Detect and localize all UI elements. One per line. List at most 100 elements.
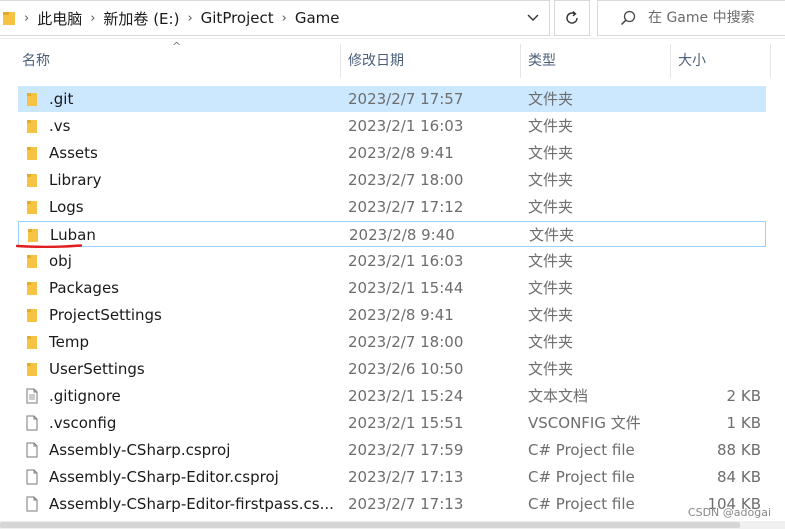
file-date-modified: 2023/2/1 15:51 <box>348 414 464 432</box>
file-name: Temp <box>49 333 89 351</box>
folder-icon <box>27 201 37 214</box>
folder-icon <box>27 93 37 106</box>
file-row[interactable]: .gitignore 2023/2/1 15:24 文本文档 2 KB <box>18 383 766 409</box>
file-name: .gitignore <box>49 387 121 405</box>
watermark: CSDN @adogai <box>687 506 771 519</box>
column-divider[interactable] <box>340 44 341 78</box>
folder-icon <box>28 229 38 242</box>
file-date-modified: 2023/2/8 9:40 <box>349 226 455 244</box>
file-name: Packages <box>49 279 119 297</box>
file-row[interactable]: Assembly-CSharp-Editor-firstpass.cs... 20… <box>18 491 766 517</box>
column-header-row: ^ 名称 修改日期 类型 大小 <box>0 40 785 78</box>
address-bar[interactable]: › 此电脑 › 新加卷 (E:) › GitProject › Game <box>0 0 550 36</box>
file-row[interactable]: Temp 2023/2/7 18:00 文件夹 <box>18 329 766 355</box>
file-type: C# Project file <box>528 468 635 486</box>
folder-icon <box>27 336 37 349</box>
file-type: 文件夹 <box>528 144 574 162</box>
file-type: 文件夹 <box>528 252 574 270</box>
folder-icon <box>27 309 37 322</box>
chevron-down-icon[interactable] <box>521 1 545 35</box>
file-name: Logs <box>49 198 84 216</box>
annotation-underline <box>16 244 82 248</box>
folder-icon <box>27 363 37 376</box>
file-date-modified: 2023/2/1 16:03 <box>348 252 464 270</box>
file-type: 文件夹 <box>528 333 574 351</box>
breadcrumb-this-pc[interactable]: 此电脑 <box>37 8 82 29</box>
file-name: ProjectSettings <box>49 306 162 324</box>
top-bar: › 此电脑 › 新加卷 (E:) › GitProject › Game <box>0 0 785 39</box>
breadcrumb-gitproject[interactable]: GitProject <box>201 9 274 27</box>
chevron-right-icon[interactable]: › <box>282 11 287 26</box>
file-row[interactable]: UserSettings 2023/2/6 10:50 文件夹 <box>18 356 766 382</box>
file-size: 84 KB <box>717 468 761 486</box>
column-divider[interactable] <box>520 44 521 78</box>
file-name: .git <box>49 90 74 108</box>
file-row[interactable]: obj 2023/2/1 16:03 文件夹 <box>18 248 766 274</box>
file-row[interactable]: Luban 2023/2/8 9:40 文件夹 <box>18 221 766 247</box>
file-date-modified: 2023/2/7 17:13 <box>348 468 464 486</box>
file-row[interactable]: Assets 2023/2/8 9:41 文件夹 <box>18 140 766 166</box>
breadcrumb-game[interactable]: Game <box>295 9 340 27</box>
chevron-right-icon[interactable]: › <box>90 11 95 26</box>
column-divider[interactable] <box>770 44 771 78</box>
file-type: 文件夹 <box>528 117 574 135</box>
file-icon <box>26 496 38 512</box>
file-row[interactable]: Library 2023/2/7 18:00 文件夹 <box>18 167 766 193</box>
file-type: 文本文档 <box>528 387 589 405</box>
search-box[interactable] <box>597 0 785 36</box>
scrollbar-thumb[interactable] <box>0 522 740 528</box>
folder-icon <box>27 282 37 295</box>
folder-icon <box>27 120 37 133</box>
file-row[interactable]: Assembly-CSharp-Editor.csproj 2023/2/7 17… <box>18 464 766 490</box>
file-row[interactable]: Assembly-CSharp.csproj 2023/2/7 17:59 C# P… <box>18 437 766 463</box>
chevron-right-icon[interactable]: › <box>187 11 192 26</box>
column-divider[interactable] <box>670 44 671 78</box>
sort-ascending-icon: ^ <box>172 40 182 53</box>
column-header-date[interactable]: 修改日期 <box>348 44 404 78</box>
file-name: Assembly-CSharp-Editor.csproj <box>49 468 279 486</box>
breadcrumb-drive-e[interactable]: 新加卷 (E:) <box>103 8 179 29</box>
file-date-modified: 2023/2/7 17:59 <box>348 441 464 459</box>
file-date-modified: 2023/2/7 17:12 <box>348 198 464 216</box>
file-date-modified: 2023/2/1 16:03 <box>348 117 464 135</box>
search-input[interactable] <box>646 9 780 27</box>
folder-icon <box>3 12 15 25</box>
file-date-modified: 2023/2/8 9:41 <box>348 144 454 162</box>
file-type: VSCONFIG 文件 <box>528 414 641 432</box>
folder-icon <box>27 147 37 160</box>
column-header-name[interactable]: 名称 <box>22 44 50 78</box>
file-type: 文件夹 <box>528 360 574 378</box>
file-type: C# Project file <box>528 495 635 513</box>
file-row[interactable]: .vsconfig 2023/2/1 15:51 VSCONFIG 文件 1 KB <box>18 410 766 436</box>
text-file-icon <box>26 388 38 404</box>
file-icon <box>26 442 38 458</box>
file-name: Assets <box>49 144 98 162</box>
file-row[interactable]: ProjectSettings 2023/2/8 9:41 文件夹 <box>18 302 766 328</box>
file-name: .vsconfig <box>49 414 117 432</box>
column-header-type[interactable]: 类型 <box>528 44 556 78</box>
file-row[interactable]: .vs 2023/2/1 16:03 文件夹 <box>18 113 766 139</box>
refresh-button[interactable] <box>554 0 590 36</box>
file-type: 文件夹 <box>528 171 574 189</box>
folder-icon <box>27 255 37 268</box>
refresh-icon <box>566 10 578 24</box>
file-icon <box>26 469 38 485</box>
search-icon <box>620 10 636 26</box>
file-date-modified: 2023/2/8 9:41 <box>348 306 454 324</box>
file-row[interactable]: Packages 2023/2/1 15:44 文件夹 <box>18 275 766 301</box>
file-date-modified: 2023/2/7 18:00 <box>348 333 464 351</box>
file-name: obj <box>49 252 72 270</box>
file-size: 1 KB <box>726 414 761 432</box>
file-icon <box>26 415 38 431</box>
file-type: 文件夹 <box>529 226 575 244</box>
horizontal-scrollbar[interactable] <box>0 521 785 529</box>
file-row[interactable]: Logs 2023/2/7 17:12 文件夹 <box>18 194 766 220</box>
file-date-modified: 2023/2/6 10:50 <box>348 360 464 378</box>
file-name: Library <box>49 171 102 189</box>
file-date-modified: 2023/2/7 17:13 <box>348 495 464 513</box>
column-header-size[interactable]: 大小 <box>678 44 706 78</box>
file-row[interactable]: .git 2023/2/7 17:57 文件夹 <box>18 86 766 112</box>
file-type: C# Project file <box>528 441 635 459</box>
file-type: 文件夹 <box>528 279 574 297</box>
file-size: 88 KB <box>717 441 761 459</box>
